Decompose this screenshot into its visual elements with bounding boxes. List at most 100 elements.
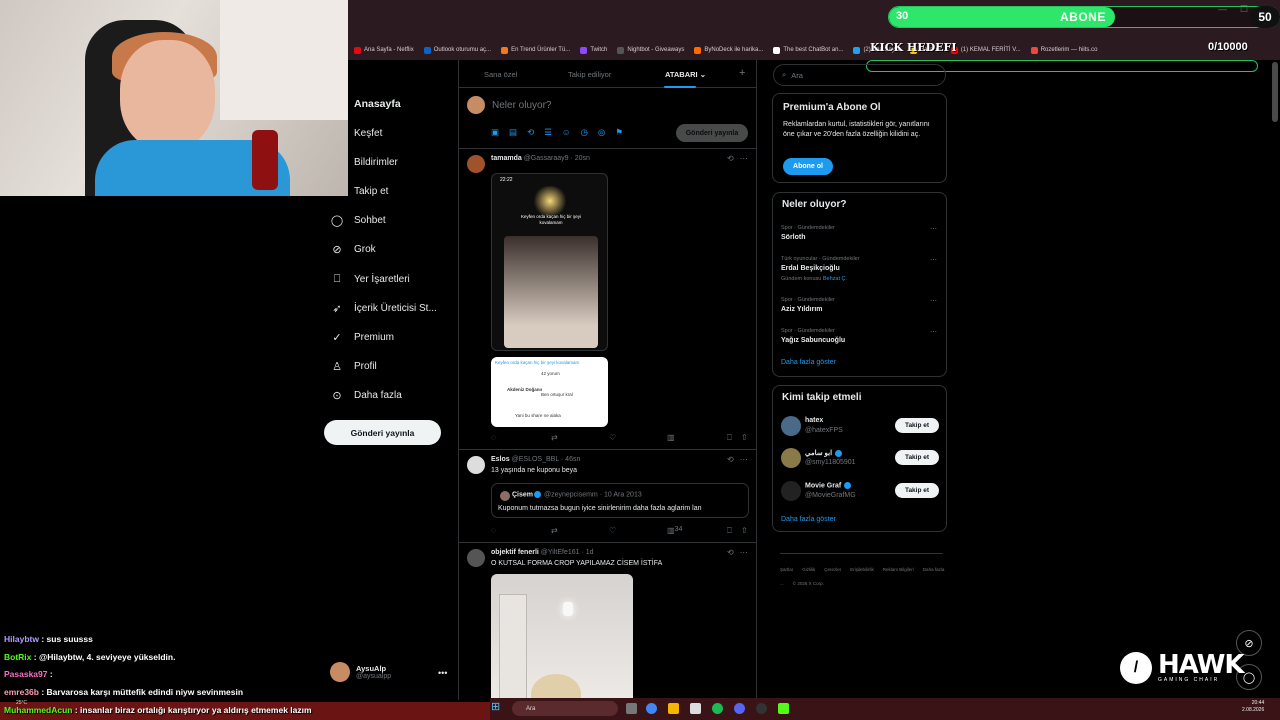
scrollbar[interactable]: [1272, 62, 1278, 122]
weather-widget[interactable]: 25°C: [16, 700, 27, 706]
avatar[interactable]: [467, 155, 485, 173]
post-button[interactable]: Gönderi yayınla: [324, 420, 441, 445]
sidebar-item-6[interactable]: ⎕ Yer İşaretleri: [330, 272, 410, 286]
tab-following[interactable]: Takip ediliyor: [568, 70, 611, 79]
tweet-image[interactable]: [491, 574, 633, 700]
bookmark-item[interactable]: Outlook oturumu aç...: [423, 46, 491, 54]
show-more-trends[interactable]: Daha fazla göster: [781, 359, 836, 366]
chat-username[interactable]: emre36b: [4, 687, 39, 697]
chat-username[interactable]: MuhammedAcun: [4, 705, 72, 715]
follow-button[interactable]: Takip et: [895, 418, 939, 433]
tab-atabari[interactable]: ATABARI ⌄: [665, 70, 706, 79]
more-icon[interactable]: ⋯: [740, 455, 754, 464]
obs-icon[interactable]: [756, 703, 767, 714]
reply-icon[interactable]: ◌: [491, 433, 496, 442]
store-icon[interactable]: [690, 703, 701, 714]
footer-link[interactable]: Reklam Bilgileri: [883, 567, 914, 572]
tweet-screenshot[interactable]: Keyfen orda kaçan hiç bir şeyi kovalamam…: [491, 357, 608, 427]
tweet-author[interactable]: tamamda: [491, 155, 522, 162]
trend-name[interactable]: Aziz Yıldırım: [781, 306, 823, 313]
tweet-author[interactable]: Eslos: [491, 456, 510, 463]
more-icon[interactable]: ⋯: [930, 225, 937, 233]
image-icon[interactable]: ▣: [491, 127, 499, 138]
kick-icon[interactable]: [778, 703, 789, 714]
retweet-icon[interactable]: ⇄: [551, 526, 558, 535]
trend-context-link[interactable]: Behzat Ç.: [823, 276, 847, 282]
flag-icon[interactable]: ⚑: [615, 127, 623, 138]
footer-link[interactable]: Şartlar: [780, 567, 793, 572]
more-icon[interactable]: ⋯: [930, 297, 937, 305]
schedule-icon[interactable]: ◷: [581, 127, 588, 138]
grok-icon[interactable]: ⟲: [727, 154, 740, 163]
bookmark-item[interactable]: En Trend Ürünler Tü...: [501, 46, 570, 54]
footer-link[interactable]: Çerezler: [824, 567, 841, 572]
avatar[interactable]: [781, 448, 801, 468]
avatar[interactable]: [467, 456, 485, 474]
tweet-video[interactable]: 22:22 Keyfen orda kaçan hiç bir şeyi kov…: [491, 173, 608, 351]
chrome-icon[interactable]: [646, 703, 657, 714]
like-icon[interactable]: ♡: [609, 526, 616, 535]
grok-icon[interactable]: ⟲: [527, 127, 534, 138]
share-icon[interactable]: ⇧: [741, 433, 748, 442]
sidebar-item-3[interactable]: Takip et: [330, 184, 388, 198]
search-input[interactable]: ⌕ Ara: [773, 64, 946, 86]
location-icon[interactable]: ◎: [598, 127, 605, 138]
bookmark-icon[interactable]: ⎕: [727, 526, 732, 536]
task-view-icon[interactable]: [626, 703, 637, 714]
compose-input[interactable]: Neler oluyor?: [492, 100, 551, 111]
bookmark-item[interactable]: Nightbot - Giveaways: [617, 46, 684, 54]
chat-username[interactable]: BotRix: [4, 652, 31, 662]
windows-start-icon[interactable]: ⊞: [491, 702, 502, 713]
discord-icon[interactable]: [734, 703, 745, 714]
like-icon[interactable]: ♡: [609, 433, 616, 442]
suggested-user-name[interactable]: ابو سامي: [805, 449, 843, 457]
reply-icon[interactable]: ◌: [491, 526, 496, 535]
views-icon[interactable]: ▥ 34: [667, 526, 682, 535]
subscribe-button[interactable]: Abone ol: [783, 158, 833, 175]
sidebar-item-0[interactable]: Anasayfa: [330, 97, 401, 111]
views-icon[interactable]: ▥: [667, 433, 675, 442]
retweet-icon[interactable]: ⇄: [551, 433, 558, 442]
sidebar-item-10[interactable]: ⊙ Daha fazla: [330, 388, 401, 402]
file-explorer-icon[interactable]: [668, 703, 679, 714]
trend-name[interactable]: Erdal Beşikçioğlu: [781, 265, 840, 272]
spotify-icon[interactable]: [712, 703, 723, 714]
chat-username[interactable]: Pasaska97: [4, 669, 48, 679]
bookmark-icon[interactable]: ⎕: [727, 433, 732, 443]
sidebar-item-2[interactable]: Bildirimler: [330, 155, 398, 169]
follow-button[interactable]: Takip et: [895, 483, 939, 498]
bookmark-item[interactable]: Twitch: [580, 46, 607, 54]
grok-icon[interactable]: ⟲: [727, 548, 740, 557]
bookmark-item[interactable]: ByNoDeck ile harika...: [694, 46, 763, 54]
sidebar-item-8[interactable]: ✓ Premium: [330, 330, 394, 344]
compose-post-button[interactable]: Gönderi yayınla: [676, 124, 748, 142]
footer-link[interactable]: Gizlilik: [802, 567, 815, 572]
sidebar-item-9[interactable]: ♙ Profil: [330, 359, 377, 373]
bookmark-item[interactable]: Rozetlerim — hiits.co: [1030, 46, 1097, 54]
follow-button[interactable]: Takip et: [895, 450, 939, 465]
suggested-user-name[interactable]: hatex: [805, 417, 823, 424]
tab-for-you[interactable]: Sana özel: [484, 70, 517, 79]
avatar[interactable]: [781, 416, 801, 436]
more-icon[interactable]: ⋯: [740, 548, 754, 557]
grok-icon[interactable]: ⟲: [727, 455, 740, 464]
avatar[interactable]: [781, 481, 801, 501]
suggested-user-name[interactable]: Movie Graf: [805, 482, 852, 489]
poll-icon[interactable]: ☰: [544, 127, 552, 138]
emoji-icon[interactable]: ☺: [562, 127, 571, 138]
more-icon[interactable]: ⋯: [740, 154, 754, 163]
sidebar-item-1[interactable]: Keşfet: [330, 126, 382, 140]
footer-link[interactable]: © 2026 X Corp.: [793, 581, 824, 586]
more-icon[interactable]: ⋯: [930, 256, 937, 264]
quoted-tweet[interactable]: Çisem @zeynepcisemm · 10 Ara 2013 Kuponu…: [491, 483, 749, 518]
more-icon[interactable]: ⋯: [930, 328, 937, 336]
tweet-author[interactable]: objektif fenerli: [491, 549, 539, 556]
show-more-follow[interactable]: Daha fazla göster: [781, 516, 836, 523]
sidebar-item-5[interactable]: ⊘ Grok: [330, 242, 375, 256]
add-tab-icon[interactable]: +: [739, 67, 745, 79]
sidebar-item-4[interactable]: ◯ Sohbet: [330, 213, 386, 227]
bookmark-item[interactable]: Ana Sayfa - Netflix: [354, 46, 414, 54]
taskbar-clock[interactable]: 20:44 2.08.2026: [1242, 700, 1264, 714]
more-icon[interactable]: •••: [438, 668, 447, 678]
trend-name[interactable]: Sörloth: [781, 234, 806, 241]
